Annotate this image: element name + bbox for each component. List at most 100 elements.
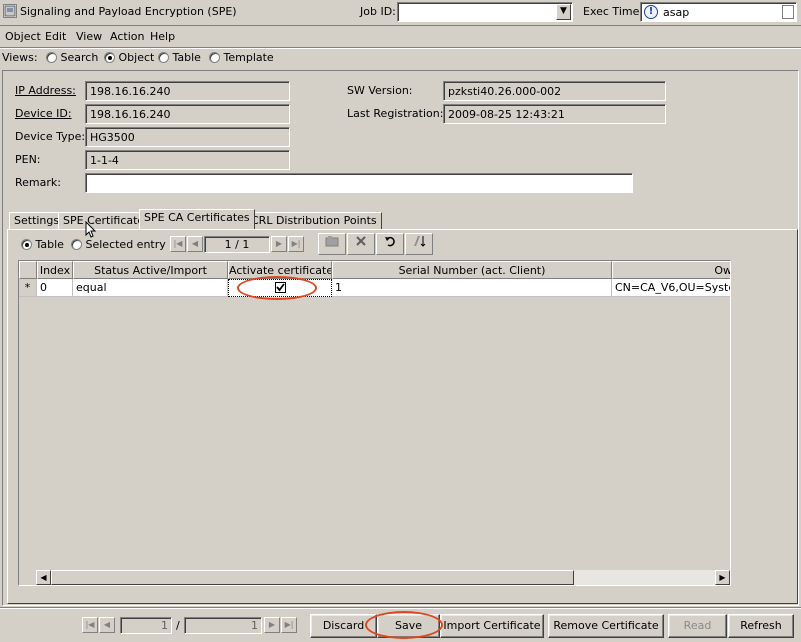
import-certificate-button[interactable]: Import Certificate <box>440 614 544 638</box>
radio-selected-entry[interactable] <box>71 239 82 250</box>
column-header-index[interactable]: Index <box>37 261 73 279</box>
ip-address-field[interactable]: 198.16.16.240 <box>85 81 290 101</box>
device-type-label: Device Type: <box>15 130 86 143</box>
first-page-icon[interactable]: |◀ <box>170 236 186 252</box>
title-bar: Signaling and Payload Encryption (SPE) J… <box>0 0 801 26</box>
last-registration-field[interactable]: 2009-08-25 12:43:21 <box>443 104 666 124</box>
view-option-object-label: Object <box>118 51 155 64</box>
view-option-template-label: Template <box>223 51 274 64</box>
next-page-icon[interactable]: ▶ <box>271 236 287 252</box>
exec-time-field[interactable]: ! asap <box>640 2 797 22</box>
page-indicator: 1 / 1 <box>204 236 270 253</box>
delete-icon[interactable] <box>347 233 375 255</box>
column-header-status[interactable]: Status Active/Import <box>73 261 228 279</box>
cell-index[interactable]: 0 <box>37 279 73 297</box>
row-marker: * <box>19 279 37 297</box>
refresh-button[interactable]: Refresh <box>728 614 794 638</box>
exec-time-picker-button[interactable] <box>782 5 794 19</box>
bottom-page-current[interactable]: 1 <box>120 617 172 634</box>
table-horizontal-scrollbar[interactable]: ◀ ▶ <box>36 570 730 585</box>
page-indicator-text: 1 / 1 <box>224 238 250 251</box>
tab-spe-ca-certificates[interactable]: SPE CA Certificates <box>139 209 255 229</box>
subview-option-table-label: Table <box>35 238 64 251</box>
save-button[interactable]: Save <box>377 614 440 638</box>
menu-edit[interactable]: Edit <box>45 30 66 44</box>
pen-field[interactable]: 1-1-4 <box>85 150 290 170</box>
bottom-next-page-icon[interactable]: ▶ <box>264 617 280 633</box>
cell-status[interactable]: equal <box>73 279 228 297</box>
exec-time-label: Exec Time: <box>583 5 644 18</box>
bottom-page-total: 1 <box>184 617 262 634</box>
last-registration-label: Last Registration: <box>347 107 444 120</box>
scrollbar-thumb[interactable] <box>51 570 574 585</box>
window-title: Signaling and Payload Encryption (SPE) <box>20 5 237 18</box>
menu-object[interactable]: Object <box>5 30 41 44</box>
cell-serial[interactable]: 1 <box>332 279 612 297</box>
device-id-label[interactable]: Device ID: <box>15 107 72 121</box>
ip-address-label[interactable]: IP Address: <box>15 84 76 98</box>
bottom-page-current-value: 1 <box>161 619 168 632</box>
column-header-owner[interactable]: Own <box>612 261 730 279</box>
sw-version-label: SW Version: <box>347 84 413 97</box>
device-type-field[interactable]: HG3500 <box>85 127 290 147</box>
bottom-first-page-icon[interactable]: |◀ <box>82 617 98 633</box>
sw-version-field[interactable]: pzksti40.26.000-002 <box>443 81 666 101</box>
discard-button[interactable]: Discard <box>310 614 377 638</box>
radio-table-view[interactable] <box>21 239 32 250</box>
activate-certificate-checkbox[interactable] <box>274 282 286 293</box>
column-header-marker[interactable] <box>19 261 37 279</box>
job-id-combo[interactable]: ▼ <box>397 2 573 22</box>
radio-template[interactable] <box>209 52 220 63</box>
read-button[interactable]: Read <box>668 614 727 638</box>
column-header-serial[interactable]: Serial Number (act. Client) <box>332 261 612 279</box>
view-option-search-label: Search <box>60 51 99 64</box>
remove-certificate-button[interactable]: Remove Certificate <box>548 614 664 638</box>
column-header-activate[interactable]: Activate certificate <box>228 261 332 279</box>
job-id-label: Job ID: <box>360 5 396 18</box>
radio-object[interactable] <box>104 52 115 63</box>
view-option-object[interactable]: Object <box>104 51 154 65</box>
bottom-page-total-value: 1 <box>251 619 258 632</box>
scroll-left-icon[interactable]: ◀ <box>36 570 51 585</box>
device-id-field[interactable]: 198.16.16.240 <box>85 104 290 124</box>
scroll-right-icon[interactable]: ▶ <box>715 570 730 585</box>
prev-page-icon[interactable]: ◀ <box>187 236 203 252</box>
undo-icon[interactable] <box>376 233 404 255</box>
subview-option-selected-entry-label: Selected entry <box>85 238 166 251</box>
mouse-cursor-icon <box>85 221 97 238</box>
views-bar: Views: Search Object Table Template <box>0 49 801 67</box>
bottom-last-page-icon[interactable]: ▶| <box>281 617 297 633</box>
last-page-icon[interactable]: ▶| <box>288 236 304 252</box>
cell-owner[interactable]: CN=CA_V6,OU=System <box>612 279 730 297</box>
view-option-template[interactable]: Template <box>209 51 274 65</box>
bottom-prev-page-icon[interactable]: ◀ <box>99 617 115 633</box>
bottom-page-separator: / <box>176 619 180 632</box>
app-icon <box>3 4 17 18</box>
views-label: Views: <box>2 51 38 64</box>
job-id-value <box>398 4 402 17</box>
cell-activate[interactable] <box>228 279 332 297</box>
sort-icon[interactable] <box>405 233 433 255</box>
tab-crl-distribution-points[interactable]: CRL Distribution Points <box>246 212 382 230</box>
chevron-down-icon[interactable]: ▼ <box>556 4 571 20</box>
new-entry-icon[interactable] <box>318 233 346 255</box>
menu-action[interactable]: Action <box>110 30 144 44</box>
bottom-bar-divider <box>0 607 801 609</box>
menu-view[interactable]: View <box>76 30 102 44</box>
radio-search[interactable] <box>46 52 57 63</box>
tab-settings[interactable]: Settings <box>9 212 65 230</box>
menu-help[interactable]: Help <box>150 30 175 44</box>
view-option-table-label: Table <box>172 51 201 64</box>
view-option-search[interactable]: Search <box>46 51 98 65</box>
menu-bar: Object Edit View Action Help <box>0 27 801 47</box>
clock-icon: ! <box>644 5 658 19</box>
radio-table[interactable] <box>158 52 169 63</box>
remark-input[interactable] <box>85 173 633 193</box>
exec-time-value: asap <box>663 6 690 19</box>
subview-option-table[interactable]: Table <box>21 238 64 252</box>
tab-spe-certificate[interactable]: SPE Certificate <box>58 212 150 230</box>
remark-label: Remark: <box>15 176 61 189</box>
subview-option-selected-entry[interactable]: Selected entry <box>71 238 166 252</box>
view-option-table[interactable]: Table <box>158 51 201 65</box>
certificates-table: Index Status Active/Import Activate cert… <box>18 260 731 586</box>
